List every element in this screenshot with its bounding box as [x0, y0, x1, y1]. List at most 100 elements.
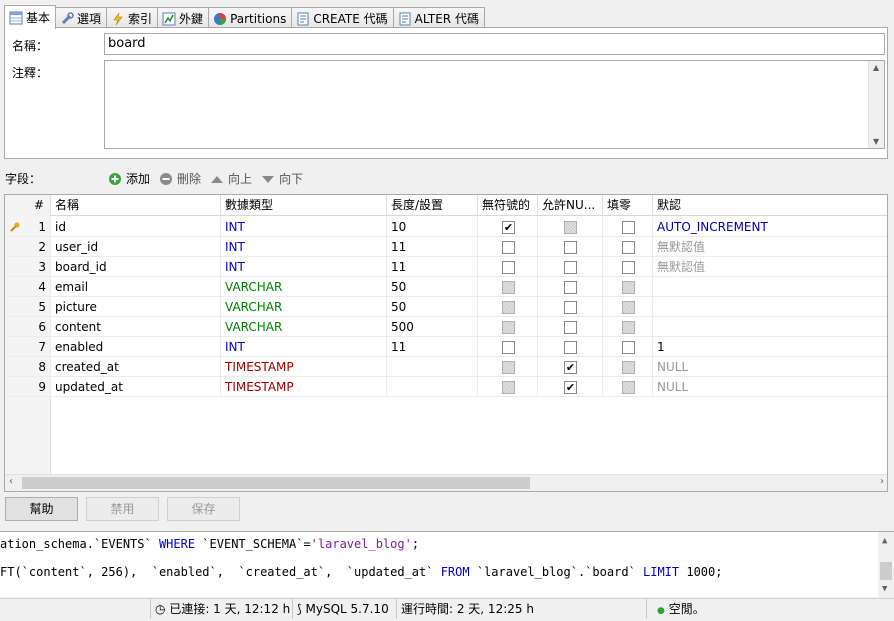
zerofill-checkbox[interactable] — [622, 221, 635, 234]
field-name-cell[interactable]: created_at — [51, 357, 221, 377]
table-row[interactable]: 6 content VARCHAR 500 — [5, 317, 887, 337]
unsigned-checkbox[interactable]: ✔ — [502, 221, 515, 234]
move-down-button[interactable]: 向下 — [261, 170, 303, 187]
allow-null-checkbox[interactable]: ✔ — [564, 381, 577, 394]
table-row[interactable]: 8 created_at TIMESTAMP ✔ NULL — [5, 357, 887, 377]
data-type-cell[interactable]: TIMESTAMP — [221, 377, 387, 397]
column-header[interactable]: 允許NU... — [538, 195, 603, 216]
column-header[interactable]: 填零 — [603, 195, 653, 216]
add-field-button[interactable]: 添加 — [108, 170, 150, 187]
scroll-up-icon[interactable]: ▲ — [882, 536, 887, 546]
scroll-left-icon[interactable]: ‹ — [9, 476, 13, 487]
tab-2[interactable]: 索引 — [106, 7, 159, 29]
field-name-cell[interactable]: email — [51, 277, 221, 297]
allow-null-checkbox[interactable] — [564, 281, 577, 294]
zerofill-checkbox[interactable] — [622, 321, 635, 334]
field-name-cell[interactable]: board_id — [51, 257, 221, 277]
unsigned-checkbox[interactable] — [502, 261, 515, 274]
unsigned-checkbox[interactable] — [502, 381, 515, 394]
column-header[interactable]: 數據類型 — [221, 195, 387, 216]
zerofill-checkbox[interactable] — [622, 241, 635, 254]
tab-0[interactable]: 基本 — [4, 5, 57, 29]
field-name-cell[interactable]: updated_at — [51, 377, 221, 397]
allow-null-checkbox[interactable]: ✔ — [564, 361, 577, 374]
field-name-cell[interactable]: picture — [51, 297, 221, 317]
tab-3[interactable]: 外鍵 — [157, 7, 210, 29]
tab-1[interactable]: 選項 — [55, 7, 108, 29]
table-row[interactable]: 9 updated_at TIMESTAMP ✔ NULL — [5, 377, 887, 397]
data-type-cell[interactable]: VARCHAR — [221, 277, 387, 297]
length-cell[interactable]: 50 — [387, 297, 478, 317]
length-cell[interactable]: 11 — [387, 337, 478, 357]
tab-4[interactable]: Partitions — [208, 7, 293, 29]
scrollbar-thumb[interactable] — [22, 477, 530, 489]
field-name-cell[interactable]: enabled — [51, 337, 221, 357]
default-value-cell[interactable] — [653, 317, 887, 337]
unsigned-checkbox[interactable] — [502, 341, 515, 354]
unsigned-checkbox[interactable] — [502, 361, 515, 374]
grid-horizontal-scrollbar[interactable]: ‹ › — [5, 474, 887, 491]
length-cell[interactable]: 500 — [387, 317, 478, 337]
move-up-button[interactable]: 向上 — [210, 170, 252, 187]
unsigned-checkbox[interactable] — [502, 301, 515, 314]
data-type-cell[interactable]: INT — [221, 257, 387, 277]
length-cell[interactable]: 11 — [387, 257, 478, 277]
delete-field-button[interactable]: 刪除 — [159, 170, 201, 187]
tab-6[interactable]: ALTER 代碼 — [392, 7, 485, 29]
default-value-cell[interactable]: NULL — [653, 377, 887, 397]
discard-button[interactable]: 禁用 — [86, 497, 159, 521]
sql-log-scrollbar[interactable]: ▲ ▼ — [878, 532, 894, 598]
allow-null-checkbox[interactable] — [564, 321, 577, 334]
allow-null-checkbox[interactable] — [564, 221, 577, 234]
data-type-cell[interactable]: VARCHAR — [221, 317, 387, 337]
data-type-cell[interactable]: VARCHAR — [221, 297, 387, 317]
table-row[interactable]: 4 email VARCHAR 50 — [5, 277, 887, 297]
column-header[interactable]: 長度/設置 — [387, 195, 478, 216]
allow-null-checkbox[interactable] — [564, 261, 577, 274]
table-row[interactable]: 7 enabled INT 11 1 — [5, 337, 887, 357]
zerofill-checkbox[interactable] — [622, 261, 635, 274]
unsigned-checkbox[interactable] — [502, 321, 515, 334]
length-cell[interactable]: 50 — [387, 277, 478, 297]
scroll-down-icon[interactable]: ▼ — [882, 584, 887, 594]
allow-null-checkbox[interactable] — [564, 341, 577, 354]
allow-null-checkbox[interactable] — [564, 301, 577, 314]
zerofill-checkbox[interactable] — [622, 301, 635, 314]
length-cell[interactable]: 10 — [387, 217, 478, 237]
scroll-down-icon[interactable]: ▼ — [873, 137, 879, 146]
data-type-cell[interactable]: TIMESTAMP — [221, 357, 387, 377]
default-value-cell[interactable] — [653, 297, 887, 317]
table-row[interactable]: 3 board_id INT 11 無默認值 — [5, 257, 887, 277]
table-row[interactable]: 1 id INT 10 ✔ AUTO_INCREMENT — [5, 217, 887, 237]
tab-5[interactable]: CREATE 代碼 — [291, 7, 394, 29]
default-value-cell[interactable]: 無默認值 — [653, 237, 887, 257]
zerofill-checkbox[interactable] — [622, 381, 635, 394]
zerofill-checkbox[interactable] — [622, 361, 635, 374]
default-value-cell[interactable]: AUTO_INCREMENT — [653, 217, 887, 237]
field-name-cell[interactable]: content — [51, 317, 221, 337]
length-cell[interactable] — [387, 377, 478, 397]
data-type-cell[interactable]: INT — [221, 337, 387, 357]
default-value-cell[interactable]: 無默認值 — [653, 257, 887, 277]
column-header[interactable]: 名稱 — [51, 195, 221, 216]
zerofill-checkbox[interactable] — [622, 341, 635, 354]
allow-null-checkbox[interactable] — [564, 241, 577, 254]
column-header[interactable]: 默認 — [653, 195, 887, 216]
field-name-cell[interactable]: user_id — [51, 237, 221, 257]
scrollbar-thumb[interactable] — [880, 562, 892, 580]
data-type-cell[interactable]: INT — [221, 217, 387, 237]
table-row[interactable]: 5 picture VARCHAR 50 — [5, 297, 887, 317]
default-value-cell[interactable]: 1 — [653, 337, 887, 357]
unsigned-checkbox[interactable] — [502, 241, 515, 254]
length-cell[interactable] — [387, 357, 478, 377]
scroll-up-icon[interactable]: ▲ — [873, 63, 879, 72]
length-cell[interactable]: 11 — [387, 237, 478, 257]
comment-textarea[interactable]: ▲ ▼ — [104, 60, 885, 149]
table-name-input[interactable]: board — [104, 33, 885, 55]
column-header[interactable]: 無符號的 — [478, 195, 538, 216]
default-value-cell[interactable]: NULL — [653, 357, 887, 377]
unsigned-checkbox[interactable] — [502, 281, 515, 294]
data-type-cell[interactable]: INT — [221, 237, 387, 257]
field-name-cell[interactable]: id — [51, 217, 221, 237]
default-value-cell[interactable] — [653, 277, 887, 297]
